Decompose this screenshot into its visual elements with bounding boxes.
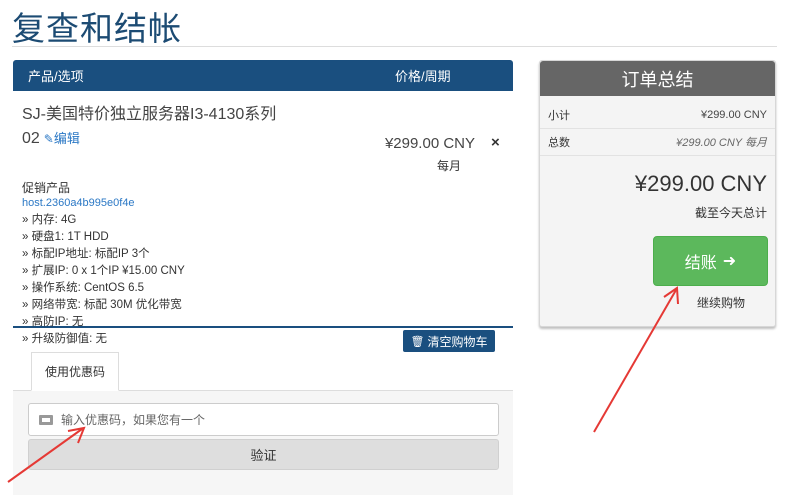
ticket-icon [39,414,53,425]
tab-promo-code[interactable]: 使用优惠码 [31,352,119,391]
empty-cart-button[interactable]: 🗑 清空购物车 [403,330,495,352]
cart-item-row: SJ-美国特价独立服务器I3-4130系列02 ✎编辑 促销产品 host.236… [13,91,513,345]
option-item: » 网络带宽: 标配 30M 优化带宽 [22,299,182,311]
total-value: ¥299.00 CNY 每月 [676,137,767,149]
arrow-right-icon: ➜ [722,253,737,270]
trash-icon: 🗑 [410,335,425,348]
billing-cycle: 每月 [436,159,461,173]
promo-code-placeholder: 输入优惠码，如果您有一个 [61,413,206,427]
order-summary-panel: 订单总结 小计 ¥299.00 CNY 总数 ¥299.00 CNY 每月 ¥2… [539,60,776,327]
option-item: » 扩展IP: 0 x 1个IP ¥15.00 CNY [22,265,185,277]
subtotal-label: 小计 [548,110,570,122]
item-price: ¥299.00 CNY [384,135,475,152]
checkout-label: 结账 [684,255,717,272]
product-name: SJ-美国特价独立服务器I3-4130系列02 ✎编辑 [22,103,292,151]
option-item: » 内存: 4G [22,214,77,226]
option-item: » 高防IP: 无 [22,316,84,328]
continue-shopping-link[interactable]: 继续购物 [697,294,745,311]
empty-cart-label: 清空购物车 [427,334,488,349]
hostname: host.2360a4b995e0f4e [22,197,135,209]
option-item: » 硬盘1: 1T HDD [22,231,109,243]
cart-header: 产品/选项 价格/周期 [13,60,513,91]
subtotal-row: 小计 ¥299.00 CNY [540,102,775,129]
total-label: 总数 [548,137,570,149]
option-item: » 操作系统: CentOS 6.5 [22,282,145,294]
verify-button[interactable]: 验证 [28,439,499,470]
page-title: 复查和结帐 [12,10,182,47]
promo-code-input[interactable]: 输入优惠码，如果您有一个 [28,403,499,436]
pencil-icon: ✎ [43,132,54,146]
cart-table: 产品/选项 价格/周期 SJ-美国特价独立服务器I3-4130系列02 ✎编辑 促… [13,60,513,345]
total-row: 总数 ¥299.00 CNY 每月 [540,129,775,156]
due-today-label: 截至今天总计 [694,206,767,220]
edit-link[interactable]: ✎编辑 [44,131,80,146]
remove-item-icon[interactable]: × [491,134,500,151]
title-divider [12,46,777,47]
grand-total: ¥299.00 CNY [634,171,767,196]
option-item: » 标配IP地址: 标配IP 3个 [22,248,150,260]
option-item: » 升级防御值: 无 [22,333,107,345]
edit-label: 编辑 [53,131,80,146]
order-summary-title: 订单总结 [540,61,775,96]
subtotal-value: ¥299.00 CNY [700,109,767,121]
product-column-header: 产品/选项 [28,69,84,84]
checkout-button[interactable]: 结账 ➜ [653,236,768,286]
promo-product-label: 促销产品 [22,181,71,195]
product-options-list: » 内存: 4G » 硬盘1: 1T HDD » 标配IP地址: 标配IP 3个… [22,212,185,348]
price-column-header: 价格/周期 [395,69,451,84]
